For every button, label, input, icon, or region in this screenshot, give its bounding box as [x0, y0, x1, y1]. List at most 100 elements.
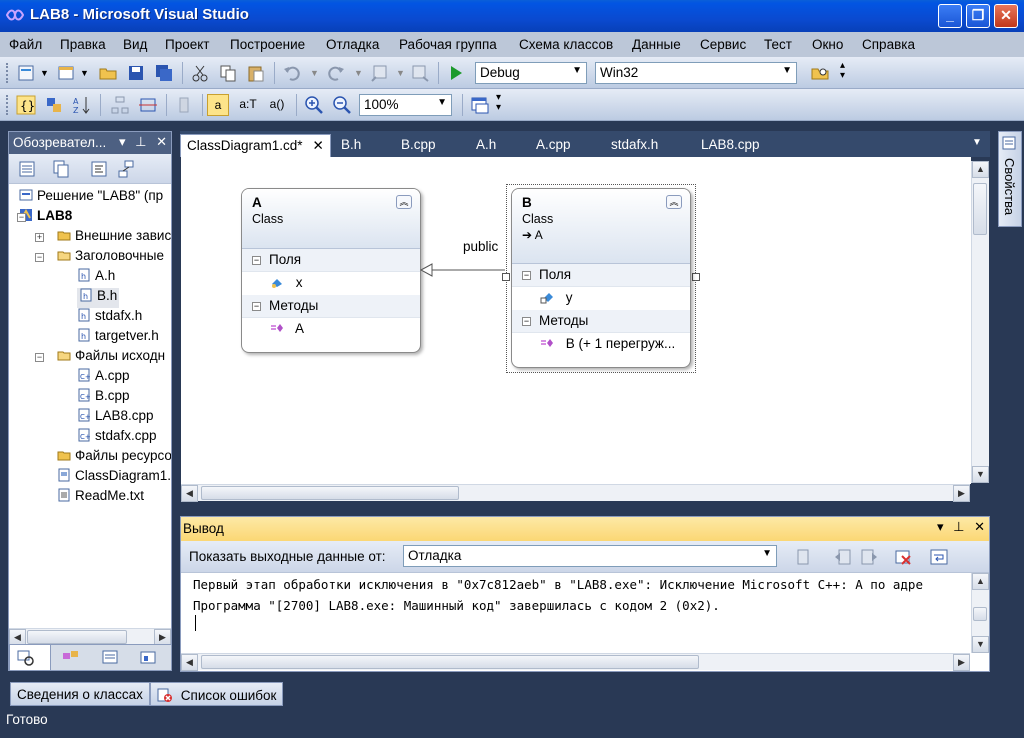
sort-alphabetically-icon[interactable]: AZ — [72, 95, 92, 115]
tree-item[interactable]: Внешние завис — [57, 228, 171, 248]
close-button[interactable]: ✕ — [994, 4, 1018, 28]
navigate-forward-icon[interactable] — [410, 63, 430, 83]
active-files-dropdown-icon[interactable]: ▼ — [972, 137, 982, 148]
collapse-minus-icon[interactable]: − — [35, 353, 44, 362]
adjust-shapes-width-icon[interactable] — [138, 95, 158, 115]
scroll-left-icon[interactable]: ◀ — [181, 485, 198, 502]
clear-all-icon[interactable] — [893, 547, 913, 567]
scroll-thumb[interactable] — [27, 630, 127, 644]
class-view-icon[interactable] — [61, 649, 81, 667]
tree-item[interactable]: h A.h — [77, 268, 115, 288]
menu-help[interactable]: Справка — [862, 37, 915, 52]
collapse-chevron-icon[interactable]: ︽ — [666, 195, 682, 209]
redo-icon[interactable] — [326, 63, 346, 83]
methods-section-header[interactable]: − Методы — [242, 295, 420, 318]
scroll-right-icon[interactable]: ▶ — [953, 485, 970, 502]
collapse-chevron-icon[interactable]: ︽ — [396, 195, 412, 209]
output-source-select[interactable]: Отладка ▼ — [403, 545, 777, 567]
menu-tools[interactable]: Сервис — [700, 37, 746, 52]
window-position-icon[interactable]: ▾ — [119, 134, 126, 149]
close-icon[interactable]: ✕ — [974, 519, 985, 534]
close-icon[interactable]: ✕ — [156, 134, 167, 149]
scroll-up-icon[interactable]: ▲ — [972, 573, 989, 590]
collapse-minus-icon[interactable]: − — [522, 271, 531, 280]
menu-debug[interactable]: Отладка — [326, 37, 379, 52]
properties-autohide-tab[interactable]: Свойства — [998, 131, 1022, 227]
scroll-down-icon[interactable]: ▼ — [972, 636, 989, 653]
fields-section-header[interactable]: − Поля — [512, 264, 690, 287]
tree-item[interactable]: ClassDiagram1. — [57, 468, 171, 488]
doc-tab[interactable]: A.cpp — [530, 134, 577, 157]
scroll-left-icon[interactable]: ◀ — [181, 654, 198, 671]
scroll-thumb[interactable] — [973, 607, 987, 621]
tree-item[interactable]: h stdafx.h — [77, 308, 142, 328]
chevron-down-icon[interactable]: ▼ — [354, 68, 363, 78]
field-item[interactable]: y — [512, 287, 690, 310]
pin-icon[interactable]: ⊥ — [135, 134, 146, 149]
display-full-signature-button[interactable]: a() — [264, 94, 290, 116]
menu-build[interactable]: Построение — [230, 37, 305, 52]
fields-section-header[interactable]: − Поля — [242, 249, 420, 272]
class-shape-b[interactable]: B Class ➔ A ︽ − Поля y − Методы B (+ 1 пер… — [511, 188, 691, 368]
method-item[interactable]: B (+ 1 перегруж... — [512, 333, 690, 356]
scroll-thumb[interactable] — [201, 655, 699, 669]
minimize-button[interactable]: _ — [938, 4, 962, 28]
copy-icon[interactable] — [218, 63, 238, 83]
collapse-minus-icon[interactable]: − — [35, 253, 44, 262]
display-name-and-type-button[interactable]: a:T — [236, 94, 260, 116]
class-diagram-canvas[interactable]: A Class ︽ − Поля x − Методы A public B Cla… — [181, 157, 971, 484]
tree-item[interactable]: Решение "LAB8" (пр — [19, 188, 163, 208]
doc-tab[interactable]: A.h — [470, 134, 502, 157]
pin-icon[interactable]: ⊥ — [953, 519, 964, 534]
add-item-icon[interactable] — [56, 63, 76, 83]
resize-handle[interactable] — [502, 273, 510, 281]
display-name-button[interactable]: a — [207, 94, 229, 116]
inheritance-connector[interactable] — [419, 257, 509, 287]
doc-tab[interactable]: LAB8.cpp — [695, 134, 766, 157]
collapse-minus-icon[interactable]: − — [522, 317, 531, 326]
resize-handle[interactable] — [692, 273, 700, 281]
tree-item[interactable]: Файлы ресурсо — [57, 448, 171, 468]
menu-file[interactable]: Файл — [9, 37, 42, 52]
expand-plus-icon[interactable]: + — [35, 233, 44, 242]
chevron-down-icon[interactable]: ▼ — [40, 68, 49, 78]
new-project-icon[interactable] — [16, 63, 36, 83]
properties-icon[interactable] — [17, 159, 37, 179]
scroll-up-icon[interactable]: ▲ — [972, 161, 989, 178]
menu-data[interactable]: Данные — [632, 37, 681, 52]
collapse-minus-icon[interactable]: − — [252, 256, 261, 265]
layout-diagram-icon[interactable] — [110, 95, 130, 115]
resource-view-icon[interactable] — [139, 649, 159, 667]
tab-class-details[interactable]: Сведения о классах — [10, 682, 150, 706]
cut-icon[interactable] — [190, 63, 210, 83]
methods-section-header[interactable]: − Методы — [512, 310, 690, 333]
menu-team[interactable]: Рабочая группа — [399, 37, 497, 52]
tab-solution-explorer[interactable] — [9, 645, 51, 671]
scroll-down-icon[interactable]: ▼ — [972, 466, 989, 483]
open-folder-icon[interactable] — [98, 63, 118, 83]
group-by-access-icon[interactable] — [44, 95, 64, 115]
tree-item[interactable]: h B.h — [77, 288, 120, 308]
collapse-minus-icon[interactable]: − — [252, 302, 261, 311]
start-debugging-icon[interactable] — [446, 63, 466, 83]
output-horizontal-scrollbar[interactable]: ◀ ▶ — [181, 653, 970, 671]
property-manager-icon[interactable] — [101, 649, 121, 667]
group-by-kind-icon[interactable]: {} — [16, 95, 36, 115]
toolbar-grip[interactable] — [6, 63, 10, 83]
undo-icon[interactable] — [282, 63, 302, 83]
doc-tab[interactable]: B.cpp — [395, 134, 442, 157]
view-code-icon[interactable] — [89, 159, 109, 179]
zoom-in-icon[interactable] — [304, 95, 324, 115]
go-to-next-message-icon[interactable] — [859, 547, 879, 567]
menu-class-diagram[interactable]: Схема классов — [519, 37, 613, 52]
tree-item[interactable]: C+ stdafx.cpp — [77, 428, 157, 448]
chevron-down-icon[interactable]: ▼ — [310, 68, 319, 78]
toolbar-overflow-icon[interactable]: ▾ ▾ — [496, 93, 501, 113]
go-to-previous-message-icon[interactable] — [833, 547, 853, 567]
tree-item[interactable]: LAB8 — [19, 208, 72, 228]
tree-item[interactable]: h targetver.h — [77, 328, 159, 348]
doc-tab[interactable]: ClassDiagram1.cd* ✕ — [180, 134, 331, 157]
delete-from-diagram-icon[interactable] — [174, 95, 194, 115]
chevron-down-icon[interactable]: ▼ — [396, 68, 405, 78]
tree-item[interactable]: ReadMe.txt — [57, 488, 144, 508]
